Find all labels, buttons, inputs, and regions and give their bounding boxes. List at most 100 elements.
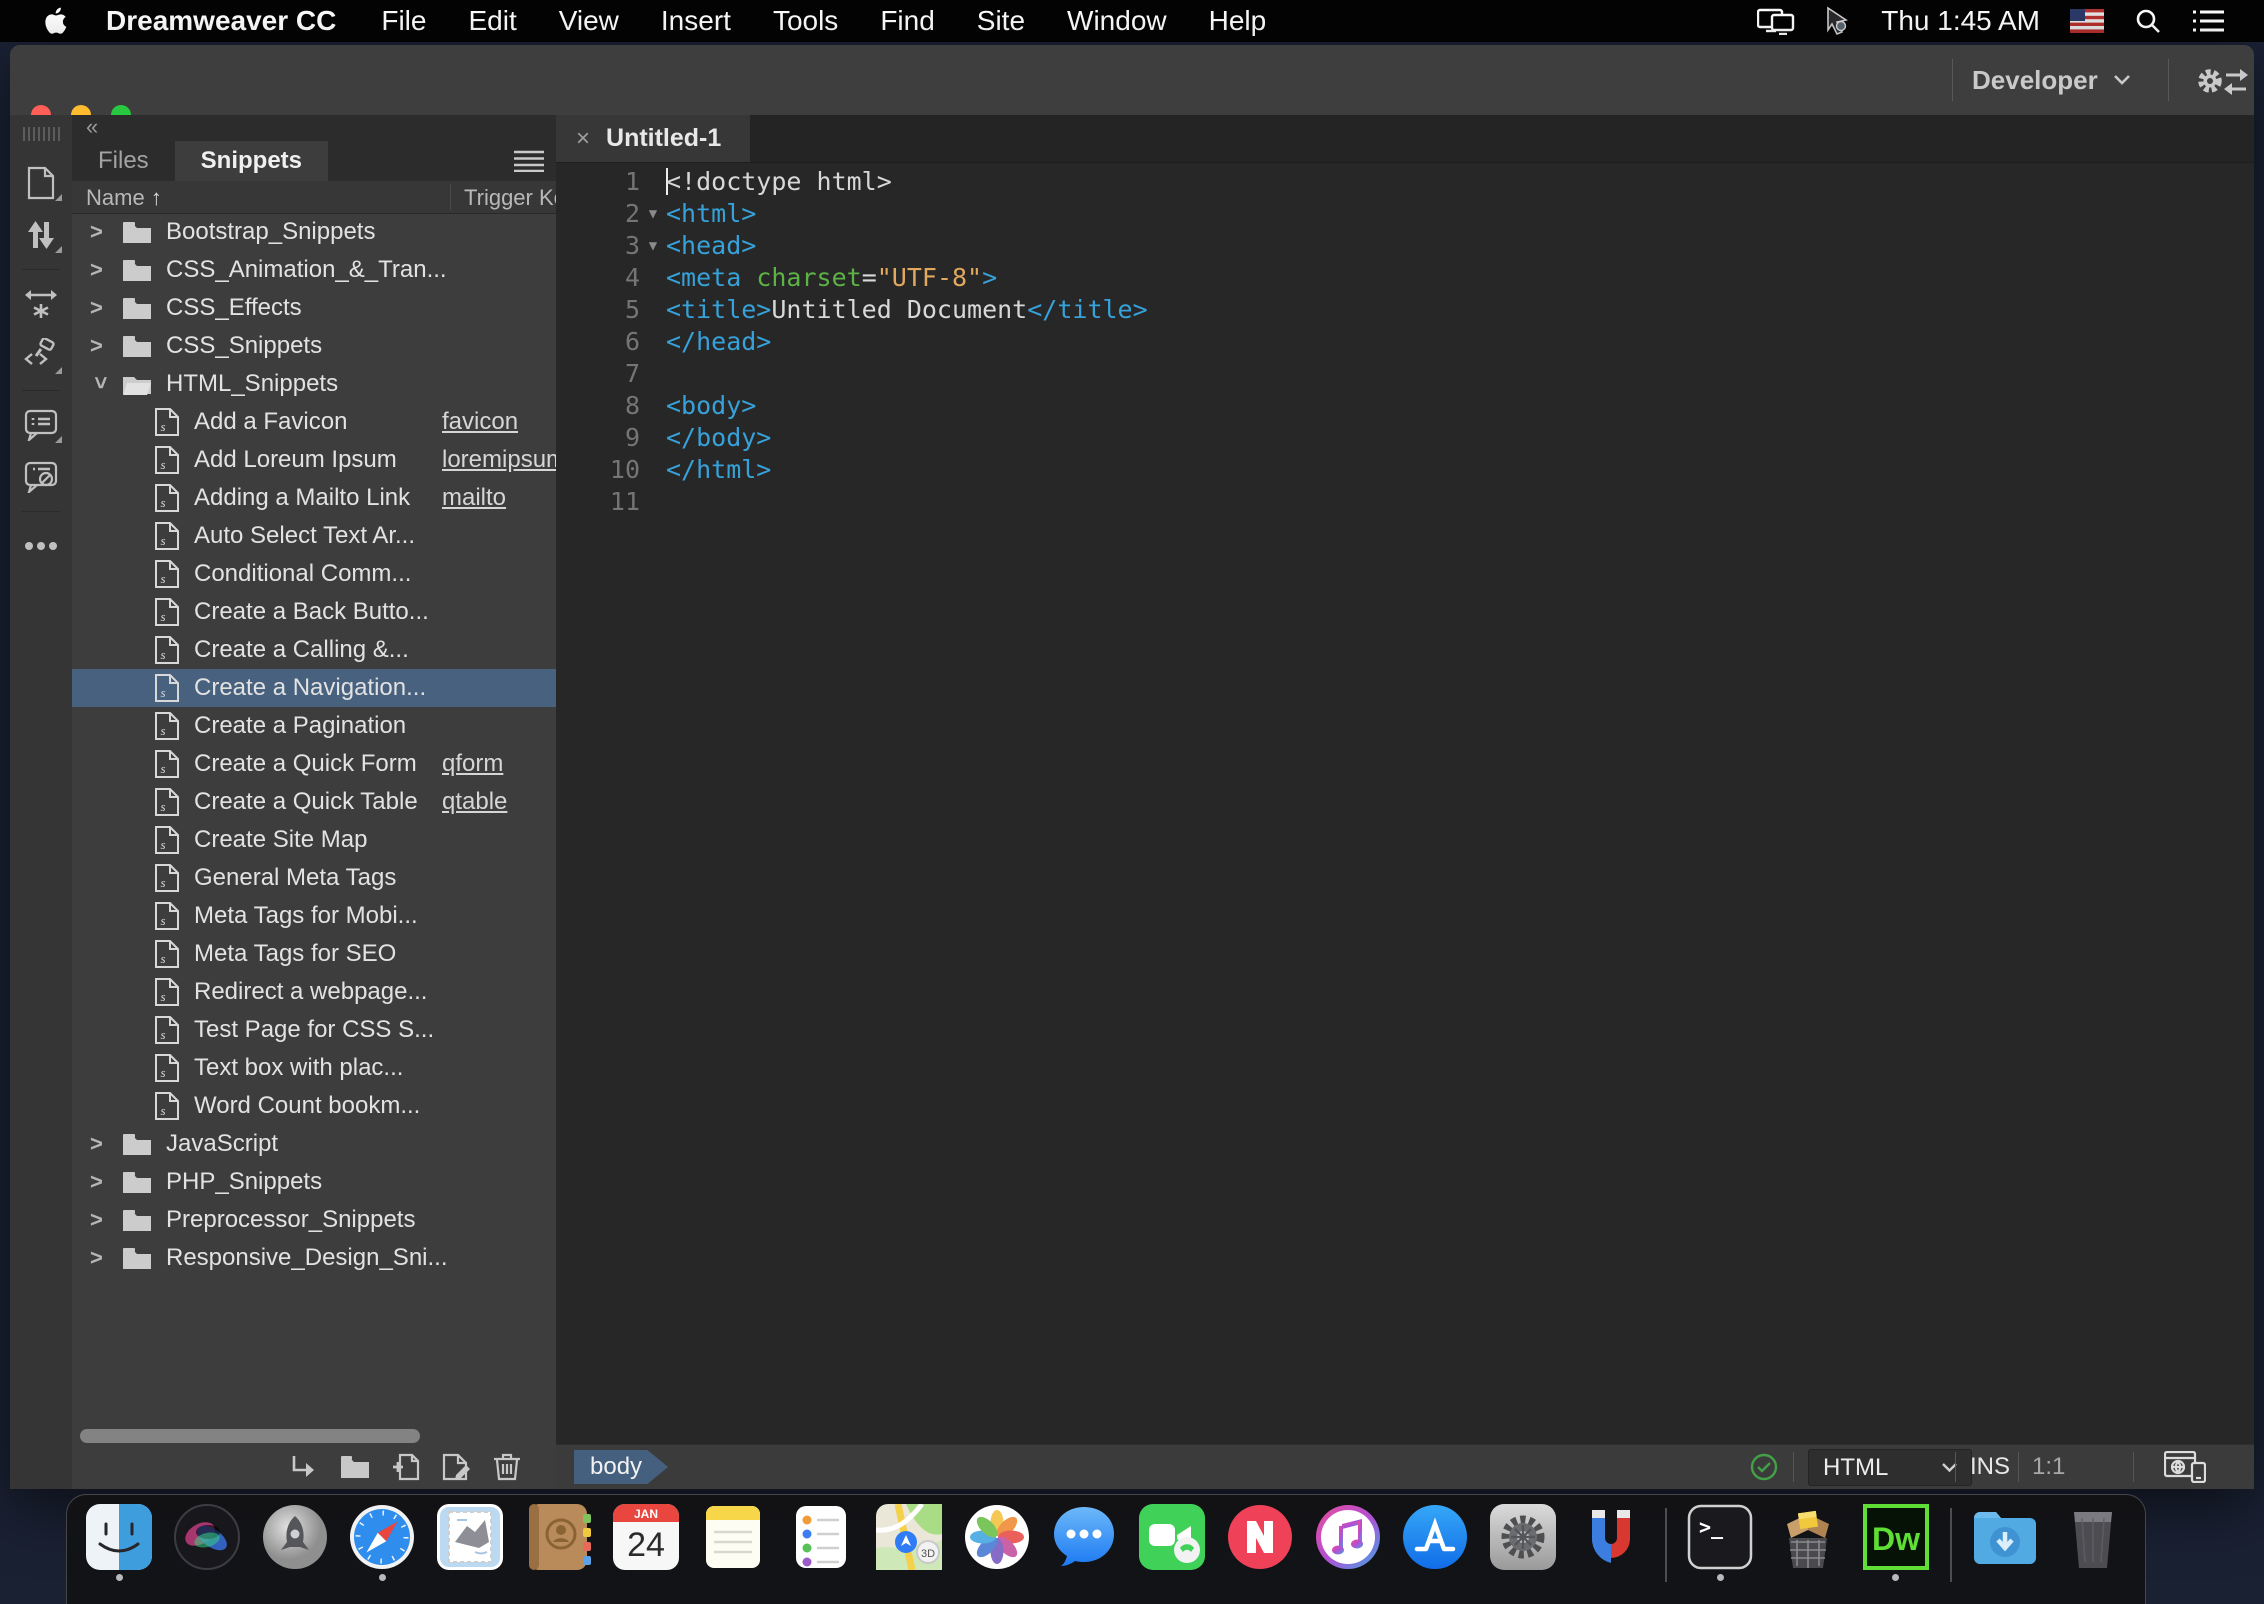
dock-finder-icon[interactable] (85, 1504, 153, 1581)
menu-window[interactable]: Window (1046, 5, 1188, 36)
panel-collapse-button[interactable]: « (72, 115, 556, 141)
chevron-collapsed-icon[interactable]: > (90, 1131, 110, 1157)
code-line[interactable]: 10 </html> (556, 454, 2254, 486)
menu-app-name[interactable]: Dreamweaver CC (106, 5, 336, 37)
menu-clock[interactable]: Thu 1:45 AM (1881, 5, 2040, 37)
folder-row[interactable]: > Preprocessor_Snippets (72, 1201, 556, 1239)
workspace-switcher[interactable]: Developer (1972, 45, 2130, 115)
code-fold-icon[interactable]: ▼ (640, 230, 666, 262)
snippet-row[interactable]: s Text box with plac... (72, 1049, 556, 1087)
more-tools-button[interactable] (10, 520, 72, 572)
dock-dreamweaver-icon[interactable]: Dw (1862, 1504, 1930, 1581)
folder-row[interactable]: > JavaScript (72, 1125, 556, 1163)
file-management-button[interactable] (10, 209, 72, 261)
dock-terminal-icon[interactable]: >_ (1686, 1504, 1754, 1581)
dock-siri-icon[interactable] (173, 1504, 241, 1581)
chevron-collapsed-icon[interactable]: > (90, 333, 110, 359)
remove-comment-button[interactable] (10, 451, 72, 503)
tag-selector-body[interactable]: body (574, 1450, 669, 1484)
menu-view[interactable]: View (538, 5, 640, 36)
chevron-collapsed-icon[interactable]: > (90, 219, 110, 245)
code-fold-icon[interactable]: ▼ (640, 198, 666, 230)
snippet-row[interactable]: s Create a Quick Form qform (72, 745, 556, 783)
tab-snippets[interactable]: Snippets (174, 141, 329, 181)
panel-menu-icon[interactable] (514, 150, 544, 172)
preview-devices-icon[interactable] (2164, 1451, 2206, 1483)
snippet-row[interactable]: s Create a Pagination (72, 707, 556, 745)
snippet-row[interactable]: s Create a Navigation... (72, 669, 556, 707)
delete-snippet-button[interactable] (494, 1453, 520, 1481)
menu-edit[interactable]: Edit (447, 5, 537, 36)
snippet-row[interactable]: s Auto Select Text Ar... (72, 517, 556, 555)
menu-find[interactable]: Find (859, 5, 955, 36)
code-line[interactable]: 7 (556, 358, 2254, 390)
chevron-collapsed-icon[interactable]: > (90, 1169, 110, 1195)
folder-row[interactable]: > Responsive_Design_Sni... (72, 1239, 556, 1277)
code-line[interactable]: 5 <title>Untitled Document</title> (556, 294, 2254, 326)
notification-center-icon[interactable] (2192, 8, 2224, 34)
dock-notes-icon[interactable] (699, 1504, 767, 1581)
chevron-expanded-icon[interactable]: > (87, 376, 113, 396)
dock-launchpad-icon[interactable] (261, 1504, 329, 1581)
doc-type-dropdown[interactable]: HTML (1808, 1449, 1972, 1486)
code-line[interactable]: 1 <!doctype html> (556, 166, 2254, 198)
dock-photos-icon[interactable] (963, 1504, 1031, 1581)
chevron-collapsed-icon[interactable]: > (90, 257, 110, 283)
snippet-row[interactable]: s Adding a Mailto Link mailto (72, 479, 556, 517)
menu-help[interactable]: Help (1188, 5, 1288, 36)
dock-itunes-icon[interactable] (1314, 1504, 1382, 1581)
apple-menu-icon[interactable] (44, 6, 70, 36)
menu-tools[interactable]: Tools (752, 5, 859, 36)
snippet-row[interactable]: s General Meta Tags (72, 859, 556, 897)
dock-magnet-icon[interactable] (1577, 1504, 1645, 1581)
snippet-row[interactable]: s Conditional Comm... (72, 555, 556, 593)
code-line[interactable]: 4 <meta charset="UTF-8"> (556, 262, 2254, 294)
tab-files[interactable]: Files (72, 141, 175, 181)
code-line[interactable]: 6 </head> (556, 326, 2254, 358)
menu-insert[interactable]: Insert (640, 5, 752, 36)
dock-mail-icon[interactable] (436, 1504, 504, 1581)
dock-safari-icon[interactable] (348, 1504, 416, 1581)
document-tab[interactable]: × Untitled-1 (556, 115, 750, 162)
folder-row[interactable]: > CSS_Effects (72, 289, 556, 327)
insert-snippet-button[interactable] (290, 1454, 318, 1480)
spotlight-search-icon[interactable] (2134, 7, 2162, 35)
snippet-row[interactable]: s Create a Quick Table qtable (72, 783, 556, 821)
chevron-collapsed-icon[interactable]: > (90, 295, 110, 321)
input-language-flag-icon[interactable] (2070, 9, 2104, 33)
snippet-row[interactable]: s Meta Tags for SEO (72, 935, 556, 973)
dock-calendar-icon[interactable]: JAN 24 (612, 1504, 680, 1581)
sync-settings-icon[interactable] (2196, 65, 2248, 97)
new-snippet-button[interactable] (392, 1453, 420, 1481)
folder-row[interactable]: > CSS_Snippets (72, 327, 556, 365)
code-line[interactable]: 9 </body> (556, 422, 2254, 454)
menu-file[interactable]: File (360, 5, 447, 36)
code-line[interactable]: 11 (556, 486, 2254, 518)
code-format-button[interactable] (10, 330, 72, 382)
snippet-row[interactable]: s Add Loreum Ipsum loremipsum (72, 441, 556, 479)
snippet-row[interactable]: s Create a Calling &... (72, 631, 556, 669)
menu-site[interactable]: Site (956, 5, 1046, 36)
new-folder-button[interactable] (340, 1455, 370, 1479)
dock-system-preferences-icon[interactable] (1489, 1504, 1557, 1581)
wrap-tag-button[interactable] (10, 278, 72, 330)
dock-messages-icon[interactable] (1050, 1504, 1118, 1581)
dock-news-icon[interactable] (1226, 1504, 1294, 1581)
code-line[interactable]: 3 ▼ <head> (556, 230, 2254, 262)
snippet-row[interactable]: s Word Count bookm... (72, 1087, 556, 1125)
menu-extra-cursor-icon[interactable] (1825, 6, 1851, 36)
dock-contacts-icon[interactable] (524, 1504, 592, 1581)
apply-comment-button[interactable] (10, 399, 72, 451)
snippet-row[interactable]: s Create a Back Butto... (72, 593, 556, 631)
folder-row[interactable]: > CSS_Animation_&_Tran... (72, 251, 556, 289)
edit-snippet-button[interactable] (442, 1453, 472, 1481)
dock-reminders-icon[interactable] (787, 1504, 855, 1581)
dock-installer-icon[interactable] (1774, 1504, 1842, 1581)
code-area[interactable]: 1 <!doctype html> 2 ▼ <html> 3 ▼ <head> 4 <meta c… (556, 162, 2254, 1445)
snippet-row[interactable]: s Create Site Map (72, 821, 556, 859)
snippet-row[interactable]: s Meta Tags for Mobi... (72, 897, 556, 935)
new-file-button[interactable] (10, 157, 72, 209)
folder-row[interactable]: > HTML_Snippets (72, 365, 556, 403)
folder-row[interactable]: > Bootstrap_Snippets (72, 213, 556, 251)
chevron-collapsed-icon[interactable]: > (90, 1245, 110, 1271)
